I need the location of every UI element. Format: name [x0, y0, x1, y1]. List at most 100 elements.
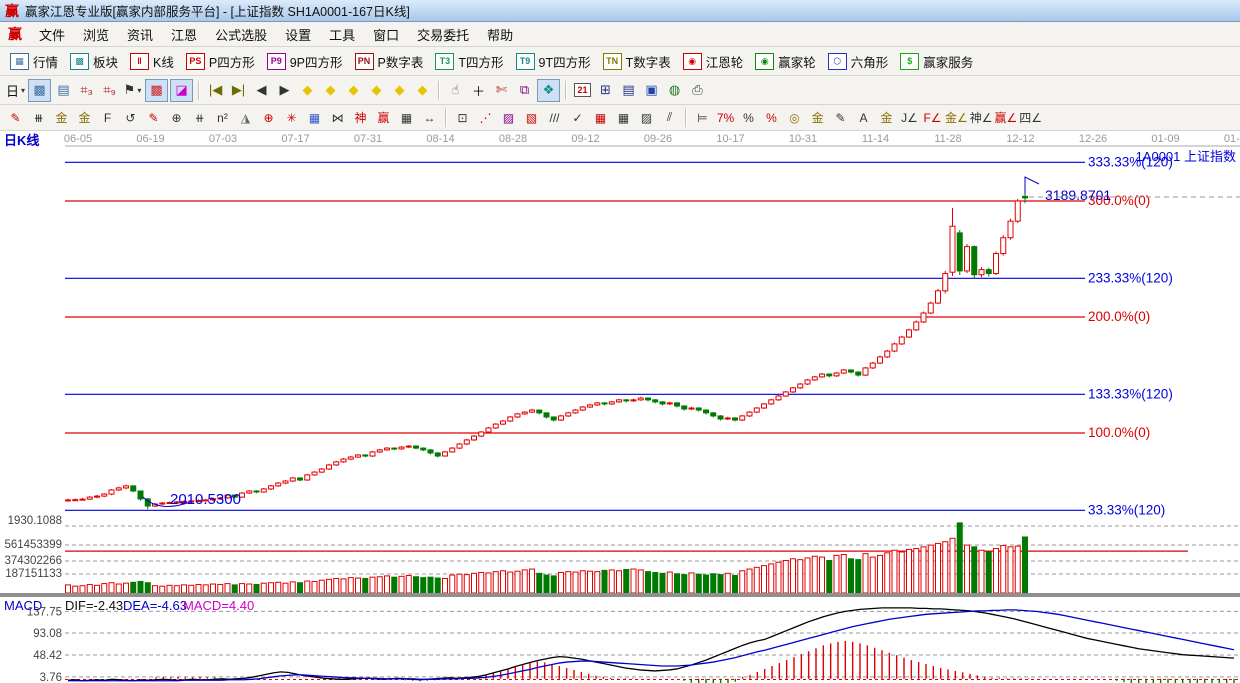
menu-browse[interactable]: 浏览 [74, 23, 118, 46]
menu-help[interactable]: 帮助 [478, 23, 522, 46]
draw-f-angle[interactable]: F∠ [922, 107, 943, 128]
gann-up-diamond[interactable]: ◆ [389, 80, 410, 101]
draw-n2[interactable]: n² [212, 107, 233, 128]
draw-si-angle[interactable]: 四∠ [1019, 107, 1042, 128]
svg-text:100.0%(0): 100.0%(0) [1088, 425, 1150, 440]
draw-bowtie[interactable]: ⋈ [327, 107, 348, 128]
gann-wheel-button[interactable]: ◉ 江恩轮 [677, 51, 750, 72]
draw-spiral[interactable]: ↺ [120, 107, 141, 128]
9p-square-button[interactable]: P9 9P四方形 [261, 51, 349, 72]
last-bar-button[interactable]: ▶| [228, 80, 249, 101]
gann-down-diamond[interactable]: ◆ [412, 80, 433, 101]
9t-square-button[interactable]: T9 9T四方形 [510, 51, 597, 72]
draw-pct[interactable]: % [738, 107, 759, 128]
pattern-button[interactable]: ▩ [145, 79, 168, 102]
hexagon-button[interactable]: ⬡ 六角形 [822, 51, 895, 72]
draw-gold-grid-2[interactable]: 金 [74, 107, 95, 128]
sector-button[interactable]: ▩ 板块 [64, 51, 124, 72]
net-chart-button[interactable]: ▩ [28, 79, 51, 102]
draw-a-wave[interactable]: A [853, 107, 874, 128]
draw-target[interactable]: ⊕ [258, 107, 279, 128]
menu-gann[interactable]: 江恩 [162, 23, 206, 46]
draw-shen-grid[interactable]: 神 [350, 107, 371, 128]
draw-f-grid[interactable]: F [97, 107, 118, 128]
cut-button[interactable]: ✄ [491, 80, 512, 101]
kline-button[interactable]: ‖ K线 [124, 51, 180, 72]
draw-j-angle[interactable]: J∠ [899, 107, 920, 128]
gann-right-diamond[interactable]: ◆ [320, 80, 341, 101]
calendar-button[interactable]: 21 [572, 80, 593, 101]
draw-gold-angle[interactable]: 金 [876, 107, 897, 128]
draw-pencil-line[interactable]: ✎ [830, 107, 851, 128]
menu-tools[interactable]: 工具 [320, 23, 364, 46]
winner-service-button[interactable]: $ 赢家服务 [894, 51, 979, 72]
p-table-button[interactable]: PN P数字表 [349, 51, 430, 72]
draw-grid-2[interactable]: ▦ [613, 107, 634, 128]
draw-gold-angle2[interactable]: 金∠ [945, 107, 968, 128]
puzzle-button[interactable]: ⧉ [514, 80, 535, 101]
draw-ruler123[interactable]: ▦ [396, 107, 417, 128]
gann-shrink-diamond[interactable]: ◆ [366, 80, 387, 101]
menu-news[interactable]: 资讯 [118, 23, 162, 46]
draw-pencil[interactable]: ✎ [5, 107, 26, 128]
menu-settings[interactable]: 设置 [276, 23, 320, 46]
menu-window[interactable]: 窗口 [364, 23, 408, 46]
hand-tool-button[interactable]: ☝ [445, 80, 466, 101]
draw-gold-grid-1[interactable]: 金 [51, 107, 72, 128]
t-table-button[interactable]: TN T数字表 [597, 51, 677, 72]
draw-circle-cross[interactable]: ⊕ [166, 107, 187, 128]
draw-grid-lines[interactable]: ⧻ [28, 107, 49, 128]
draw-slashes[interactable]: /// [544, 107, 565, 128]
draw-web-red[interactable]: ✳ [281, 107, 302, 128]
menu-file[interactable]: 文件 [30, 23, 74, 46]
draw-check-curve[interactable]: ✓ [567, 107, 588, 128]
p-square-button[interactable]: PS P四方形 [180, 51, 261, 72]
draw-pct-line[interactable]: % [761, 107, 782, 128]
kline-chart-canvas[interactable]: 06-0506-1907-0307-1707-3108-1408-2809-12… [0, 131, 1240, 683]
draw-dense-grid[interactable]: ⧺ [189, 107, 210, 128]
toolbar-separator [198, 81, 200, 100]
draw-pct7[interactable]: 7% [715, 107, 736, 128]
draw-ying-angle[interactable]: 赢∠ [995, 107, 1018, 128]
note-button[interactable]: ▤ [53, 80, 74, 101]
draw-slashes2[interactable]: ⫽ [659, 107, 680, 128]
print-button[interactable]: ⎙ [687, 80, 708, 101]
draw-fan-red[interactable]: ⋰ [475, 107, 496, 128]
quote-button[interactable]: ▦ 行情 [4, 51, 64, 72]
next-bar-button[interactable]: ▶ [274, 80, 295, 101]
draw-gold-circle[interactable]: ◎ [784, 107, 805, 128]
crosshair-button[interactable]: ＋ [468, 80, 489, 101]
panel-splitter[interactable] [0, 593, 1240, 597]
flag-dropdown[interactable]: ⚑▾ [122, 80, 143, 101]
colored-hist-button[interactable]: ◪ [170, 79, 193, 102]
winner-wheel-button[interactable]: ◉ 赢家轮 [749, 51, 822, 72]
brain-button[interactable]: ❖ [537, 79, 560, 102]
draw-step-lines[interactable]: ⊨ [692, 107, 713, 128]
draw-box-purple[interactable]: ▨ [498, 107, 519, 128]
draw-hrange[interactable]: ↔ [419, 107, 440, 128]
period-day-dropdown[interactable]: 日▾ [5, 80, 26, 101]
gann-expand-diamond[interactable]: ◆ [343, 80, 364, 101]
draw-gold-line[interactable]: 金 [807, 107, 828, 128]
first-bar-button[interactable]: |◀ [205, 80, 226, 101]
chart9-button[interactable]: ⌗₉ [99, 80, 120, 101]
gann-left-diamond[interactable]: ◆ [297, 80, 318, 101]
chart3-button[interactable]: ⌗₃ [76, 80, 97, 101]
t-square-button[interactable]: T3 T四方形 [429, 51, 509, 72]
save-button[interactable]: ▣ [641, 80, 662, 101]
web-lookup-button[interactable]: ◍ [664, 80, 685, 101]
draw-grid-3[interactable]: ▨ [636, 107, 657, 128]
draw-box-hatch[interactable]: ▧ [521, 107, 542, 128]
calculator-button[interactable]: ⊞ [595, 80, 616, 101]
draw-grid-red[interactable]: ▦ [590, 107, 611, 128]
draw-angle-fan[interactable]: ◮ [235, 107, 256, 128]
draw-box[interactable]: ⊡ [452, 107, 473, 128]
draw-ying-grid[interactable]: 赢 [373, 107, 394, 128]
prev-bar-button[interactable]: ◀ [251, 80, 272, 101]
menu-trade[interactable]: 交易委托 [408, 23, 478, 46]
draw-shen-angle[interactable]: 神∠ [970, 107, 993, 128]
draw-pencil2[interactable]: ✎ [143, 107, 164, 128]
notepad-button[interactable]: ▤ [618, 80, 639, 101]
menu-formula-stockpick[interactable]: 公式选股 [206, 23, 276, 46]
draw-web-blue[interactable]: ▦ [304, 107, 325, 128]
